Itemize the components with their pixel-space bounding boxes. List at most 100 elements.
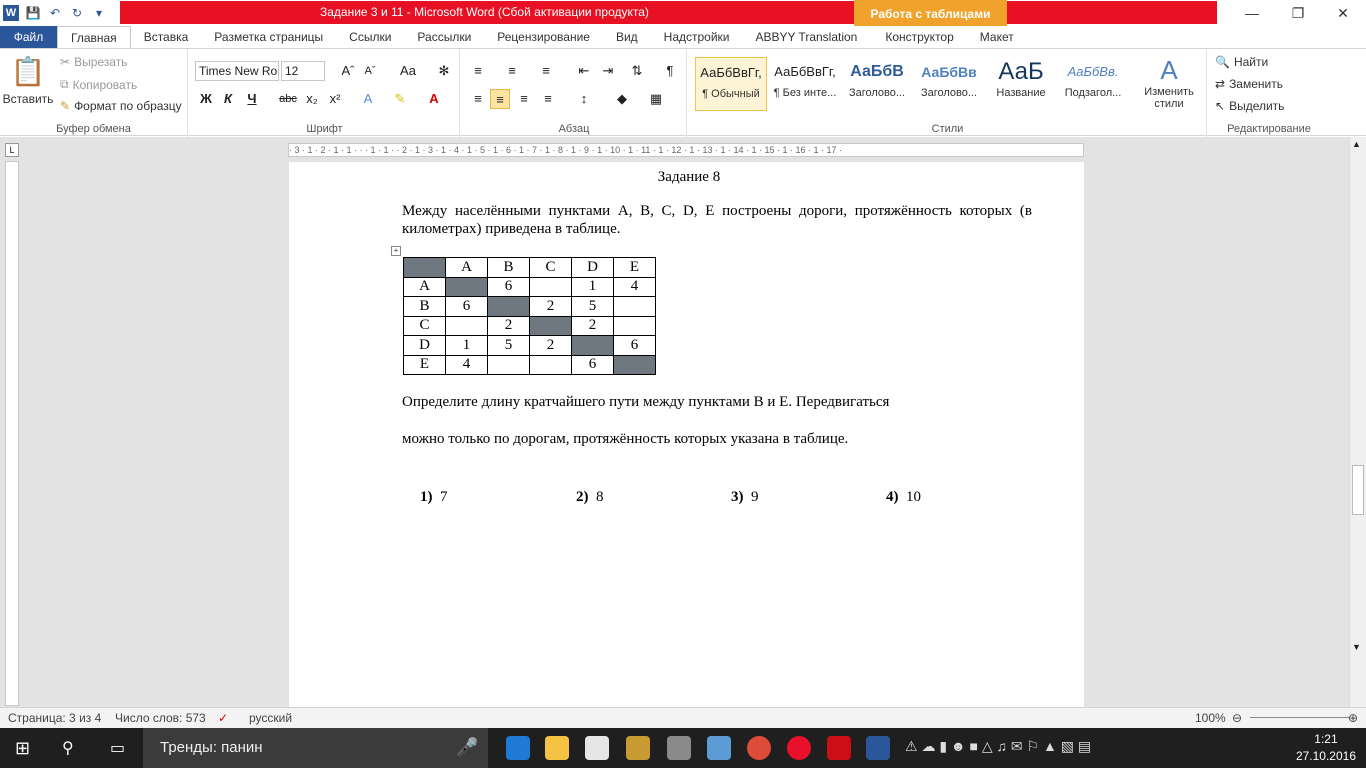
style-heading-2[interactable]: АаБбВв Заголово... bbox=[913, 57, 985, 111]
close-button[interactable]: ✕ bbox=[1320, 0, 1366, 26]
paste-button[interactable]: 📋 Вставить bbox=[3, 55, 54, 106]
find-button[interactable]: 🔍 Найти bbox=[1215, 55, 1268, 69]
tab-layout[interactable]: Макет bbox=[967, 26, 1027, 48]
style-normal[interactable]: АаБбВвГг, ¶ Обычный bbox=[695, 57, 767, 111]
change-case-icon[interactable]: Aa bbox=[395, 61, 421, 81]
table-cell bbox=[529, 354, 572, 375]
tab-page-layout[interactable]: Разметка страницы bbox=[201, 26, 336, 48]
zoom-level[interactable]: 100% bbox=[1195, 711, 1226, 725]
table-cell: 6 bbox=[445, 296, 488, 317]
vertical-scrollbar[interactable]: ▲ ▼ bbox=[1349, 137, 1366, 707]
text-effects-icon[interactable]: A bbox=[358, 89, 378, 109]
file-explorer-icon[interactable] bbox=[545, 736, 569, 760]
tab-file[interactable]: Файл bbox=[0, 26, 57, 48]
line-spacing-icon[interactable]: ↕ bbox=[574, 89, 594, 109]
scrollbar-thumb[interactable] bbox=[1352, 465, 1364, 515]
font-color-icon[interactable]: A bbox=[424, 89, 444, 109]
media-icon[interactable] bbox=[667, 736, 691, 760]
select-button[interactable]: ↖ Выделить bbox=[1215, 99, 1284, 113]
underline-icon[interactable]: Ч bbox=[242, 89, 262, 109]
tab-abbyy[interactable]: ABBYY Translation bbox=[743, 26, 871, 48]
table-move-handle[interactable]: + bbox=[391, 246, 401, 256]
numbering-icon[interactable]: ≡ bbox=[502, 61, 522, 81]
superscript-icon[interactable]: x² bbox=[325, 89, 345, 109]
subscript-icon[interactable]: x₂ bbox=[302, 89, 322, 109]
save-icon[interactable]: 💾 bbox=[25, 5, 41, 21]
tab-selector[interactable]: L bbox=[5, 143, 19, 157]
scroll-up-icon[interactable]: ▲ bbox=[1352, 139, 1361, 149]
zoom-out-icon[interactable]: ⊖ bbox=[1232, 711, 1242, 725]
store-icon[interactable] bbox=[585, 736, 609, 760]
redo-icon[interactable]: ↻ bbox=[69, 5, 85, 21]
chrome-icon[interactable] bbox=[747, 736, 771, 760]
tab-addins[interactable]: Надстройки bbox=[651, 26, 743, 48]
style-no-spacing[interactable]: АаБбВвГг, ¶ Без инте... bbox=[769, 57, 841, 111]
font-size-combo[interactable]: 12 bbox=[281, 61, 325, 81]
replace-button[interactable]: ⇄ Заменить bbox=[1215, 77, 1283, 91]
microphone-icon[interactable]: 🎤 bbox=[456, 737, 478, 758]
style-title[interactable]: АаБ Название bbox=[985, 57, 1057, 111]
language-indicator[interactable]: русский bbox=[249, 711, 292, 725]
change-styles-button[interactable]: A Изменить стили bbox=[1135, 55, 1203, 110]
shrink-font-icon[interactable]: Aˇ bbox=[360, 61, 380, 81]
restore-button[interactable]: ❐ bbox=[1275, 0, 1321, 26]
style-heading-1[interactable]: АаБбВ Заголово... bbox=[841, 57, 913, 111]
browser-icon[interactable] bbox=[707, 736, 731, 760]
italic-icon[interactable]: К bbox=[218, 89, 238, 109]
tab-design[interactable]: Конструктор bbox=[872, 26, 966, 48]
minimize-button[interactable]: — bbox=[1229, 0, 1275, 26]
cut-button[interactable]: ✂ Вырезать bbox=[60, 55, 127, 69]
increase-indent-icon[interactable]: ⇥ bbox=[598, 61, 618, 81]
search-icon[interactable]: ⚲ bbox=[62, 738, 74, 758]
zoom-slider[interactable] bbox=[1250, 717, 1350, 718]
tab-references[interactable]: Ссылки bbox=[336, 26, 404, 48]
start-icon[interactable]: ⊞ bbox=[15, 738, 30, 759]
zoom-in-icon[interactable]: ⊕ bbox=[1348, 711, 1358, 725]
strikethrough-icon[interactable]: abc bbox=[278, 89, 298, 109]
word-count[interactable]: Число слов: 573 bbox=[115, 711, 206, 725]
highlight-icon[interactable]: ✎ bbox=[390, 89, 410, 109]
grow-font-icon[interactable]: Aˆ bbox=[338, 61, 358, 81]
pilcrow-icon[interactable]: ¶ bbox=[660, 61, 680, 81]
undo-icon[interactable]: ↶ bbox=[47, 5, 63, 21]
task-view-icon[interactable]: ▭ bbox=[110, 738, 125, 758]
scroll-down-icon[interactable]: ▼ bbox=[1352, 642, 1361, 652]
spelling-icon[interactable]: ✓ bbox=[218, 711, 228, 725]
cortana-search-box[interactable]: Тренды: панин bbox=[143, 728, 488, 768]
align-center-icon[interactable]: ≡ bbox=[490, 89, 510, 109]
justify-icon[interactable]: ≡ bbox=[538, 89, 558, 109]
tab-home[interactable]: Главная bbox=[57, 26, 131, 48]
edge-icon[interactable] bbox=[506, 736, 530, 760]
style-subtitle[interactable]: АаБбВв. Подзагол... bbox=[1057, 57, 1129, 111]
clear-formatting-icon[interactable]: ✻ bbox=[434, 61, 454, 81]
bullets-icon[interactable]: ≡ bbox=[468, 61, 488, 81]
word-logo-icon[interactable]: W bbox=[3, 5, 19, 21]
font-name-combo[interactable]: Times New Ro bbox=[195, 61, 279, 81]
multilevel-list-icon[interactable]: ≡ bbox=[536, 61, 556, 81]
table-cell: 2 bbox=[529, 335, 572, 356]
document-page[interactable]: Задание 8 Между населёнными пунктами A, … bbox=[289, 162, 1084, 707]
horizontal-ruler[interactable]: · 3 · 1 · 2 · 1 · 1 · · · 1 · 1 · · 2 · … bbox=[288, 143, 1084, 157]
borders-icon[interactable]: ▦ bbox=[646, 89, 666, 109]
tab-view[interactable]: Вид bbox=[603, 26, 651, 48]
sort-icon[interactable]: ⇅ bbox=[627, 61, 647, 81]
tab-mailings[interactable]: Рассылки bbox=[404, 26, 484, 48]
tab-insert[interactable]: Вставка bbox=[131, 26, 202, 48]
word-taskbar-icon[interactable] bbox=[866, 736, 890, 760]
copy-button[interactable]: ⧉ Копировать bbox=[60, 77, 137, 92]
customize-qat-icon[interactable]: ▾ bbox=[91, 5, 107, 21]
tab-review[interactable]: Рецензирование bbox=[484, 26, 603, 48]
bold-icon[interactable]: Ж bbox=[196, 89, 216, 109]
vertical-ruler[interactable] bbox=[5, 161, 19, 706]
decrease-indent-icon[interactable]: ⇤ bbox=[574, 61, 594, 81]
shading-icon[interactable]: ◆ bbox=[612, 89, 632, 109]
clock[interactable]: 1:21 27.10.2016 bbox=[1296, 731, 1356, 765]
opera-icon[interactable] bbox=[827, 736, 851, 760]
page-indicator[interactable]: Страница: 3 из 4 bbox=[8, 711, 101, 725]
align-left-icon[interactable]: ≡ bbox=[468, 89, 488, 109]
align-right-icon[interactable]: ≡ bbox=[514, 89, 534, 109]
format-painter-button[interactable]: ✎ Формат по образцу bbox=[60, 99, 182, 113]
tray-icons[interactable]: ⚠ ☁ ▮ ☻ ■ △ ♫ ✉ ⚐ ▲ ▧ ▤ bbox=[905, 738, 1091, 755]
app-icon[interactable] bbox=[626, 736, 650, 760]
yandex-icon[interactable] bbox=[787, 736, 811, 760]
